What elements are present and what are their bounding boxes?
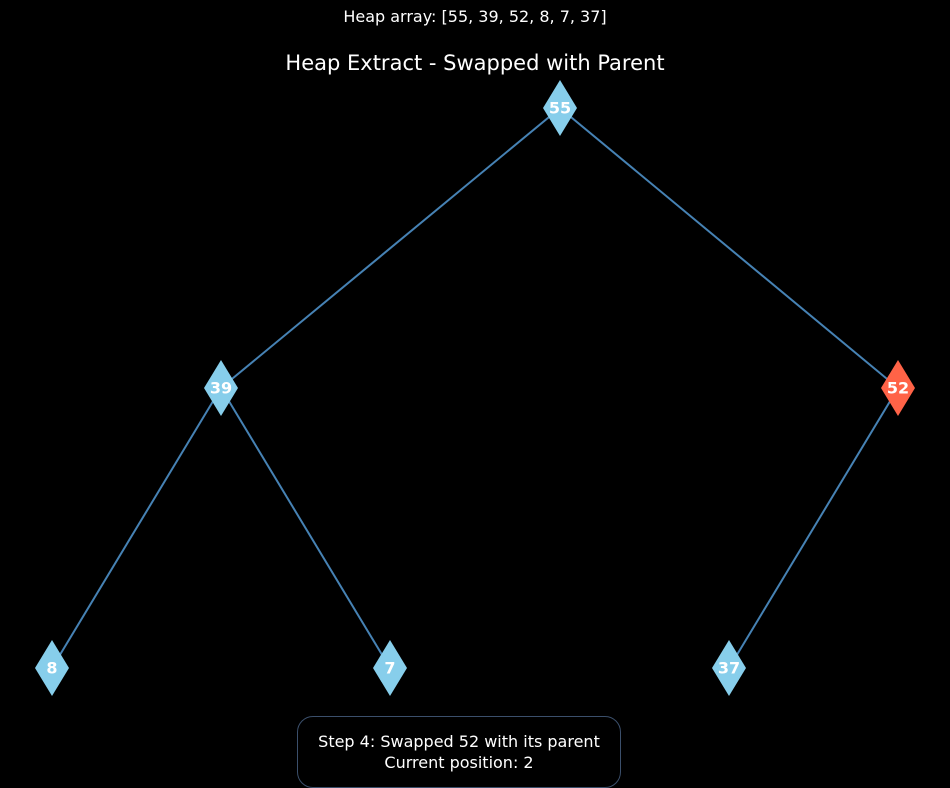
step-info-box: Step 4: Swapped 52 with its parent Curre… xyxy=(297,716,621,788)
tree-nodes: 55 39 52 8 7 37 xyxy=(35,80,915,696)
tree-edge xyxy=(220,107,561,389)
tree-edge xyxy=(728,387,899,669)
step-description: Step 4: Swapped 52 with its parent xyxy=(318,732,600,751)
heap-tree-diagram: 55 39 52 8 7 37 xyxy=(35,80,915,696)
node-value: 39 xyxy=(210,379,232,398)
node-value: 55 xyxy=(549,99,571,118)
tree-edge xyxy=(559,107,899,389)
heap-array-label: Heap array: [55, 39, 52, 8, 7, 37] xyxy=(343,7,607,26)
tree-node: 55 xyxy=(543,80,577,136)
node-value: 8 xyxy=(46,659,57,678)
current-position: Current position: 2 xyxy=(384,753,534,772)
tree-edge xyxy=(51,387,222,669)
node-value: 52 xyxy=(887,379,909,398)
node-value: 7 xyxy=(384,659,395,678)
tree-edges xyxy=(51,107,899,669)
node-value: 37 xyxy=(718,659,740,678)
diagram-title: Heap Extract - Swapped with Parent xyxy=(285,51,665,75)
tree-edge xyxy=(220,387,391,669)
